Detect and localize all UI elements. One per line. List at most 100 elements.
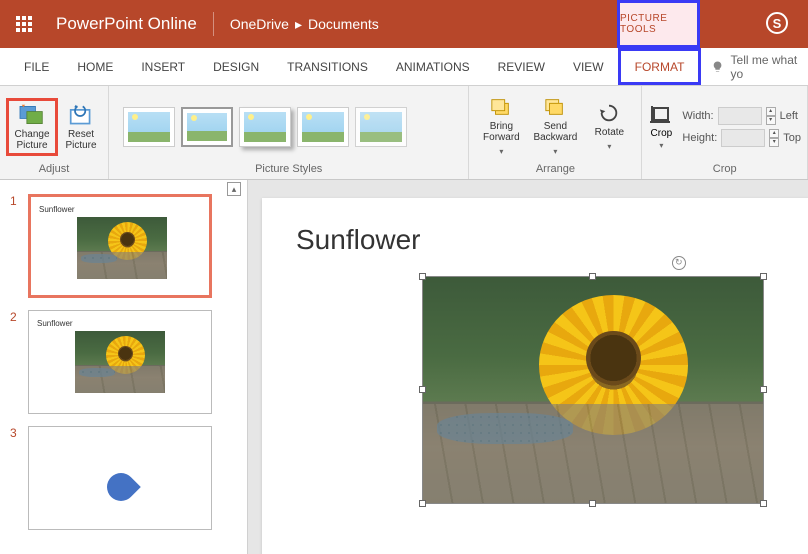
tab-home[interactable]: HOME [63,48,127,85]
rotate-label: Rotate [595,127,624,138]
send-backward-button[interactable]: Send Backward ▾ [529,96,581,157]
ribbon-group-crop: Crop ▾ Width: ▴▾ Left Height: ▴▾ Top Cro… [642,86,808,179]
height-label: Height: [682,132,717,144]
picture-style-5[interactable] [355,107,407,147]
picture-style-3[interactable] [239,107,291,147]
tab-design[interactable]: DESIGN [199,48,273,85]
resize-handle[interactable] [589,273,596,280]
title-bar: PowerPoint Online OneDrive ▸ Documents P… [0,0,808,48]
app-launcher-icon[interactable] [0,0,48,48]
top-label: Top [783,132,801,144]
height-spinner[interactable]: ▴▾ [769,129,779,147]
change-picture-icon [18,103,46,127]
tab-review[interactable]: REVIEW [484,48,559,85]
breadcrumb-item[interactable]: Documents [308,16,379,32]
bring-forward-button[interactable]: Bring Forward ▾ [475,96,527,157]
thumb-image [77,217,167,279]
height-input[interactable] [721,129,765,147]
crop-icon [648,104,674,126]
menu-bar: FILE HOME INSERT DESIGN TRANSITIONS ANIM… [0,48,808,86]
change-picture-button[interactable]: Change Picture [11,103,53,151]
resize-handle[interactable] [419,500,426,507]
width-label: Width: [682,110,713,122]
rotate-icon [596,102,622,124]
send-backward-icon [542,96,568,118]
slide-number: 3 [10,426,20,440]
slide-number: 2 [10,310,20,324]
panel-collapse-icon[interactable]: ▴ [227,182,241,196]
width-spinner[interactable]: ▴▾ [766,107,776,125]
change-picture-highlight: Change Picture [6,98,58,156]
slide-thumb[interactable]: Sunflower [28,310,212,414]
resize-handle[interactable] [419,386,426,393]
tab-format[interactable]: FORMAT [618,48,702,85]
slide-thumb[interactable] [28,426,212,530]
bring-forward-label: Bring Forward [475,121,527,143]
adjust-group-label: Adjust [6,163,102,177]
skype-icon[interactable]: S [766,12,788,34]
send-backward-label: Send Backward [529,121,581,143]
rotate-button[interactable]: Rotate ▾ [583,102,635,152]
selected-picture[interactable] [422,276,764,504]
chevron-down-icon: ▾ [607,141,611,152]
tab-view[interactable]: VIEW [559,48,618,85]
tell-me-search[interactable]: Tell me what yo [711,48,808,85]
resize-handle[interactable] [760,273,767,280]
width-input[interactable] [718,107,762,125]
bring-forward-icon [488,96,514,118]
tab-transitions[interactable]: TRANSITIONS [273,48,382,85]
picture-style-1[interactable] [123,107,175,147]
tab-file[interactable]: FILE [10,48,63,85]
rotate-handle-icon[interactable] [672,256,686,270]
picture-style-4[interactable] [297,107,349,147]
slide-number: 1 [10,194,20,208]
slide-thumbnail-2[interactable]: 2 Sunflower [0,304,247,420]
chevron-down-icon: ▾ [499,146,503,157]
crop-group-label: Crop [648,163,801,177]
picture-style-2[interactable] [181,107,233,147]
slide-title[interactable]: Sunflower [296,224,788,256]
chevron-down-icon: ▾ [659,141,663,150]
sunflower-image [423,277,763,503]
crop-label: Crop [651,128,673,139]
change-picture-label: Change Picture [11,129,53,151]
reset-picture-label: Reset Picture [60,129,102,151]
arrange-group-label: Arrange [475,163,635,177]
tell-me-label: Tell me what yo [731,53,808,81]
tab-insert[interactable]: INSERT [127,48,199,85]
slide-canvas-area[interactable]: Sunflower [248,180,808,554]
resize-handle[interactable] [419,273,426,280]
thumb-title: Sunflower [39,205,201,214]
reset-picture-button[interactable]: Reset Picture [60,103,102,151]
slide-thumbnail-panel[interactable]: ▴ 1 Sunflower 2 Sunflower 3 [0,180,248,554]
app-name: PowerPoint Online [56,14,197,34]
workspace: ▴ 1 Sunflower 2 Sunflower 3 Sunflower [0,180,808,554]
thumb-shape [101,467,141,507]
ribbon-group-adjust: Change Picture Reset Picture Adjust [0,86,109,179]
resize-handle[interactable] [760,386,767,393]
contextual-tab-label: PICTURE TOOLS [620,13,697,35]
picture-styles-group-label: Picture Styles [115,163,462,177]
resize-handle[interactable] [760,500,767,507]
chevron-right-icon: ▸ [295,16,302,33]
breadcrumb[interactable]: OneDrive ▸ Documents [230,16,379,33]
ribbon: Change Picture Reset Picture Adjust Pict… [0,86,808,180]
thumb-image [75,331,165,393]
divider [213,12,214,36]
left-label: Left [780,110,798,122]
ribbon-group-picture-styles: Picture Styles [109,86,469,179]
slide-thumb[interactable]: Sunflower [28,194,212,298]
lightbulb-icon [711,60,724,74]
tab-animations[interactable]: ANIMATIONS [382,48,484,85]
thumb-title: Sunflower [37,319,203,328]
chevron-down-icon: ▾ [553,146,557,157]
slide-thumbnail-3[interactable]: 3 [0,420,247,536]
slide-thumbnail-1[interactable]: 1 Sunflower [0,188,247,304]
slide-canvas[interactable]: Sunflower [262,198,808,554]
picture-tools-tab-group: PICTURE TOOLS [617,0,700,48]
breadcrumb-item[interactable]: OneDrive [230,16,289,32]
reset-picture-icon [67,103,95,127]
ribbon-group-arrange: Bring Forward ▾ Send Backward ▾ Rotate ▾… [469,86,642,179]
crop-button[interactable]: Crop ▾ [648,104,674,150]
resize-handle[interactable] [589,500,596,507]
